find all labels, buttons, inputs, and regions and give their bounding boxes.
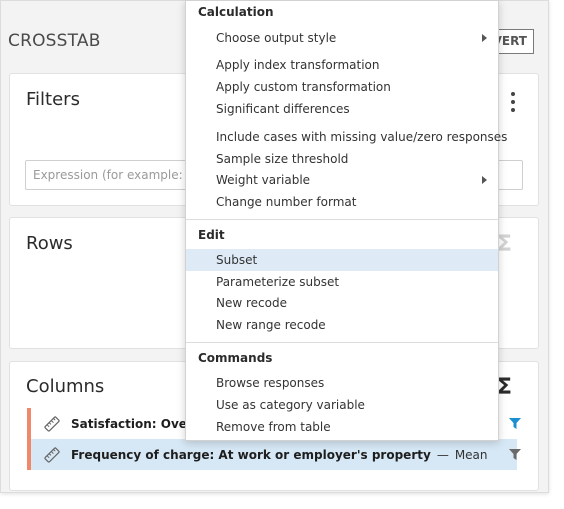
variable-statistic: Mean	[454, 447, 488, 462]
menu-item-label: Choose output style	[216, 31, 337, 45]
columns-title: Columns	[26, 376, 105, 397]
rows-title: Rows	[26, 233, 73, 254]
menu-item-new-recode[interactable]: New recode	[186, 292, 498, 314]
variable-label: Frequency of charge: At work or employer…	[71, 447, 431, 462]
menu-item-change-number-format[interactable]: Change number format	[186, 191, 498, 213]
variable-separator: —	[436, 447, 449, 462]
menu-item-label: Weight variable	[216, 173, 311, 187]
menu-section-calculation: Calculation	[198, 5, 274, 19]
menu-item-apply-custom-transformation[interactable]: Apply custom transformation	[186, 76, 498, 98]
menu-item-new-range-recode[interactable]: New range recode	[186, 314, 498, 336]
ruler-icon	[44, 446, 60, 463]
menu-item-significant-differences[interactable]: Significant differences	[186, 98, 498, 120]
menu-divider	[186, 219, 498, 220]
chevron-right-icon	[482, 34, 487, 42]
more-vertical-icon[interactable]	[506, 92, 520, 112]
filters-title: Filters	[26, 89, 80, 110]
menu-item-apply-index-transformation[interactable]: Apply index transformation	[186, 54, 498, 76]
menu-item-weight-variable[interactable]: Weight variable	[186, 169, 498, 191]
menu-section-edit: Edit	[198, 228, 225, 242]
menu-item-remove-from-table[interactable]: Remove from table	[186, 416, 498, 438]
menu-item-parameterize-subset[interactable]: Parameterize subset	[186, 271, 498, 293]
chevron-right-icon	[482, 176, 487, 184]
column-variable-row[interactable]: Frequency of charge: At work or employer…	[27, 439, 521, 470]
menu-item-sample-size-threshold[interactable]: Sample size threshold	[186, 148, 498, 170]
menu-item-include-missing-cases[interactable]: Include cases with missing value/zero re…	[186, 126, 507, 148]
menu-item-choose-output-style[interactable]: Choose output style	[186, 27, 498, 49]
menu-section-commands: Commands	[198, 351, 273, 365]
sigma-icon[interactable]: Σ	[497, 232, 512, 257]
ruler-icon	[44, 415, 60, 432]
menu-item-subset[interactable]: Subset	[186, 249, 498, 271]
filter-funnel-icon[interactable]	[509, 418, 521, 429]
menu-item-browse-responses[interactable]: Browse responses	[186, 372, 498, 394]
menu-item-use-as-category-variable[interactable]: Use as category variable	[186, 394, 498, 416]
filter-funnel-icon[interactable]	[509, 449, 521, 460]
context-menu: Calculation Choose output style Apply in…	[185, 0, 507, 441]
menu-divider	[186, 342, 498, 343]
sigma-icon[interactable]: Σ	[497, 375, 512, 400]
panel-title: CROSSTAB	[8, 31, 101, 51]
